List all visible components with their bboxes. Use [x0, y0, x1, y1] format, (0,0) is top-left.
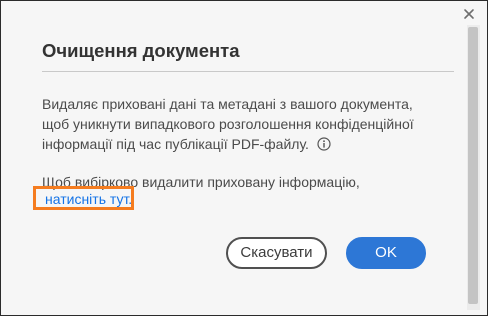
scrollbar[interactable] [467, 25, 480, 310]
dialog-title: Очищення документа [42, 40, 240, 61]
info-icon[interactable] [317, 137, 331, 151]
close-icon [462, 7, 476, 21]
ok-button[interactable]: OK [346, 237, 426, 269]
title-divider [42, 71, 454, 72]
cancel-button[interactable]: Скасувати [226, 237, 327, 269]
scrollbar-thumb[interactable] [468, 27, 478, 304]
description: Видаляє приховані дані та метадані з ваш… [42, 94, 442, 154]
dialog-window: Очищення документа Видаляє приховані дан… [0, 0, 488, 316]
description-line: щоб уникнути випадкового розголошення ко… [42, 116, 414, 132]
close-button[interactable] [462, 7, 476, 21]
description-line-last: інформації під час публікації PDF-файлу. [42, 134, 442, 154]
description-line: Видаляє приховані дані та метадані з ваш… [42, 96, 413, 112]
description-line-text: інформації під час публікації PDF-файлу. [42, 136, 309, 152]
click-here-link[interactable]: натисніть тут. [45, 189, 132, 209]
